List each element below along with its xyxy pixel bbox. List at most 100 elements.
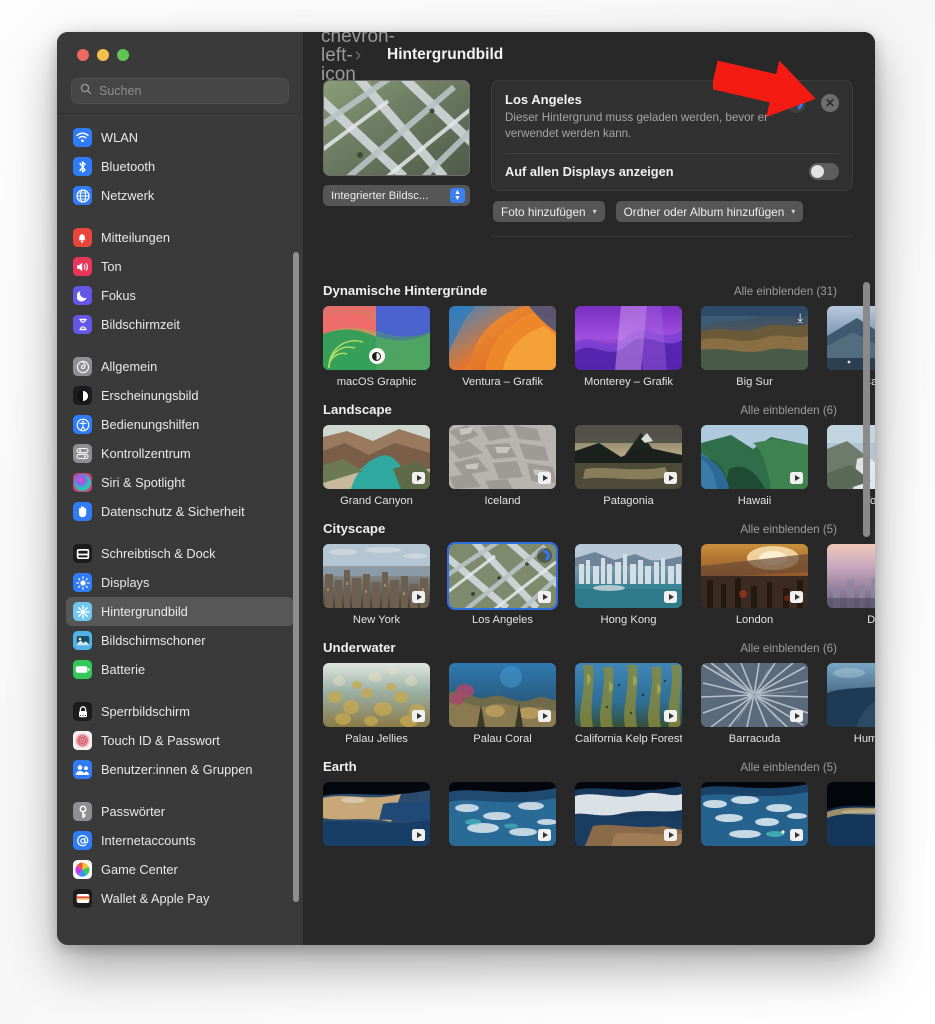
zoom-window-button[interactable] bbox=[117, 49, 129, 61]
sidebar-item-mitteilungen[interactable]: Mitteilungen bbox=[66, 223, 294, 252]
sidebar-item-batterie[interactable]: Batterie bbox=[66, 655, 294, 684]
gear-icon bbox=[73, 357, 92, 376]
sidebar-item-ton[interactable]: Ton bbox=[66, 252, 294, 281]
sidebar-item-schreibtisch-dock[interactable]: Schreibtisch & Dock bbox=[66, 539, 294, 568]
show-all-link[interactable]: Alle einblenden (5) bbox=[740, 761, 837, 774]
wallpaper-tile-caption: Patagonia bbox=[603, 495, 654, 507]
sidebar-item-kontrollzentrum[interactable]: Kontrollzentrum bbox=[66, 439, 294, 468]
wallpaper-tile[interactable]: Palau Jellies bbox=[323, 663, 430, 745]
sidebar-item-bildschirmschoner[interactable]: Bildschirmschoner bbox=[66, 626, 294, 655]
show-all-link[interactable]: Alle einblenden (5) bbox=[740, 523, 837, 536]
play-icon bbox=[664, 472, 677, 484]
add-folder-button[interactable]: Ordner oder Album hinzufügen ▾ bbox=[615, 201, 804, 223]
display-select[interactable]: Integrierter Bildsc... ▲ ▼ bbox=[323, 185, 470, 206]
sidebar-item-game-center[interactable]: Game Center bbox=[66, 855, 294, 884]
page-title: Hintergrundbild bbox=[387, 46, 504, 63]
play-icon bbox=[538, 591, 551, 603]
sidebar-scrollbar[interactable] bbox=[293, 252, 299, 902]
sidebar-item-touch-id-passwort[interactable]: Touch ID & Passwort bbox=[66, 726, 294, 755]
minimize-window-button[interactable] bbox=[97, 49, 109, 61]
wallpaper-tile[interactable] bbox=[701, 782, 808, 852]
wallpaper-info-card: Los Angeles Dieser Hintergrund muss gela… bbox=[491, 80, 853, 192]
wallpaper-thumbnail bbox=[827, 663, 875, 727]
sidebar-item-bildschirmzeit[interactable]: Bildschirmzeit bbox=[66, 310, 294, 339]
wallpaper-tile[interactable] bbox=[323, 782, 430, 852]
wallpaper-thumbnail bbox=[323, 663, 430, 727]
cloud-download-icon[interactable]: ⤓ bbox=[797, 311, 803, 324]
sidebar-item-bluetooth[interactable]: Bluetooth bbox=[66, 152, 294, 181]
wallpaper-tile[interactable]: Hong Kong bbox=[575, 544, 682, 626]
section-title: Landscape bbox=[323, 402, 392, 417]
wallpaper-tile[interactable] bbox=[575, 782, 682, 852]
wallpaper-tile[interactable]: London bbox=[701, 544, 808, 626]
close-window-button[interactable] bbox=[77, 49, 89, 61]
sidebar-item-datenschutz-sicherheit[interactable]: Datenschutz & Sicherheit bbox=[66, 497, 294, 526]
wallpaper-tile[interactable]: Monterey – Grafik bbox=[575, 306, 682, 388]
all-displays-toggle[interactable] bbox=[809, 163, 839, 181]
sidebar-item-netzwerk[interactable]: Netzwerk bbox=[66, 181, 294, 210]
sidebar-item-displays[interactable]: Displays bbox=[66, 568, 294, 597]
add-folder-label: Ordner oder Album hinzufügen bbox=[623, 204, 785, 219]
wallpaper-tile[interactable]: Hawaii bbox=[701, 425, 808, 507]
wallpaper-tile[interactable] bbox=[827, 782, 875, 852]
play-icon bbox=[538, 472, 551, 484]
chevron-left-icon[interactable]: chevron-left-icon bbox=[321, 32, 395, 84]
wallpaper-tile[interactable]: Los Angeles bbox=[447, 542, 558, 626]
sidebar-item-allgemein[interactable]: Allgemein bbox=[66, 352, 294, 381]
sidebar-item-label: Bildschirmzeit bbox=[101, 317, 180, 332]
at-icon bbox=[73, 831, 92, 850]
sidebar-item-sperrbildschirm[interactable]: Sperrbildschirm bbox=[66, 697, 294, 726]
sidebar-item-passw-rter[interactable]: Passwörter bbox=[66, 797, 294, 826]
wallpaper-tile[interactable]: California Kelp Forest bbox=[575, 663, 682, 745]
wallpaper-tile[interactable]: Iceland bbox=[449, 425, 556, 507]
wallpaper-tile[interactable] bbox=[449, 782, 556, 852]
wallpaper-tile[interactable]: ⤓ Big Sur bbox=[701, 306, 808, 388]
sidebar-item-internetaccounts[interactable]: Internetaccounts bbox=[66, 826, 294, 855]
sidebar-item-hintergrundbild[interactable]: Hintergrundbild bbox=[66, 597, 294, 626]
sidebar-item-erscheinungsbild[interactable]: Erscheinungsbild bbox=[66, 381, 294, 410]
add-photo-button[interactable]: Foto hinzufügen ▾ bbox=[493, 201, 605, 223]
wallpaper-tile[interactable]: Humpback bbox=[827, 663, 875, 745]
sidebar-item-label: Benutzer:innen & Gruppen bbox=[101, 762, 253, 777]
wallpaper-tile-caption: Grand Canyon bbox=[340, 495, 413, 507]
chevron-right-icon[interactable]: › bbox=[351, 46, 365, 65]
sidebar-item-wlan[interactable]: WLAN bbox=[66, 123, 294, 152]
sidebar-item-label: Datenschutz & Sicherheit bbox=[101, 504, 245, 519]
wallpaper-preview[interactable] bbox=[323, 80, 470, 176]
show-all-link[interactable]: Alle einblenden (31) bbox=[734, 285, 837, 298]
sidebar-item-fokus[interactable]: Fokus bbox=[66, 281, 294, 310]
wallpaper-thumbnail bbox=[827, 782, 875, 846]
sidebar-group: Allgemein Erscheinungsbild Bedienungshilfe… bbox=[57, 352, 303, 526]
close-icon[interactable]: ✕ bbox=[821, 94, 839, 112]
wallpaper-tile-caption: Los Angeles bbox=[472, 614, 533, 626]
sidebar-item-siri-spotlight[interactable]: Siri & Spotlight bbox=[66, 468, 294, 497]
wallpaper-tile[interactable]: New York bbox=[323, 544, 430, 626]
wallpaper-tile[interactable]: Palau Coral bbox=[449, 663, 556, 745]
wallpaper-thumbnail bbox=[323, 306, 430, 370]
sidebar-item-label: Wallet & Apple Pay bbox=[101, 891, 210, 906]
wallpaper-tile[interactable]: macOS Graphic bbox=[323, 306, 430, 388]
wallpaper-tile-caption: Ventura – Grafik bbox=[462, 376, 543, 388]
wallpaper-tile[interactable]: Grand Canyon bbox=[323, 425, 430, 507]
play-icon bbox=[412, 472, 425, 484]
sidebar-item-benutzer-innen-gruppen[interactable]: Benutzer:innen & Gruppen bbox=[66, 755, 294, 784]
sidebar-item-bedienungshilfen[interactable]: Bedienungshilfen bbox=[66, 410, 294, 439]
wallpaper-tile[interactable]: Patagonia bbox=[575, 425, 682, 507]
section-header: Dynamische Hintergründe Alle einblenden (… bbox=[323, 283, 875, 298]
sidebar-group: Schreibtisch & Dock Displays Hintergrundbi… bbox=[57, 539, 303, 684]
wallpaper-thumbnail bbox=[575, 663, 682, 727]
show-all-link[interactable]: Alle einblenden (6) bbox=[740, 404, 837, 417]
show-all-link[interactable]: Alle einblenden (6) bbox=[740, 642, 837, 655]
wallpaper-tile[interactable]: Duba bbox=[827, 544, 875, 626]
wallpaper-description: Dieser Hintergrund muss geladen werden, … bbox=[505, 111, 768, 140]
sidebar-item-wallet-apple-pay[interactable]: Wallet & Apple Pay bbox=[66, 884, 294, 913]
section-title: Earth bbox=[323, 759, 357, 774]
search-input[interactable]: Suchen bbox=[71, 78, 289, 104]
gallery-scrollbar[interactable] bbox=[863, 282, 870, 537]
wallpaper-thumbnail bbox=[323, 425, 430, 489]
wallpaper-section: Earth Alle einblenden (5) bbox=[323, 759, 875, 852]
wallpaper-tile[interactable]: Barracuda bbox=[701, 663, 808, 745]
wallpaper-tile[interactable]: Ventura – Grafik bbox=[449, 306, 556, 388]
control-center-icon bbox=[73, 444, 92, 463]
